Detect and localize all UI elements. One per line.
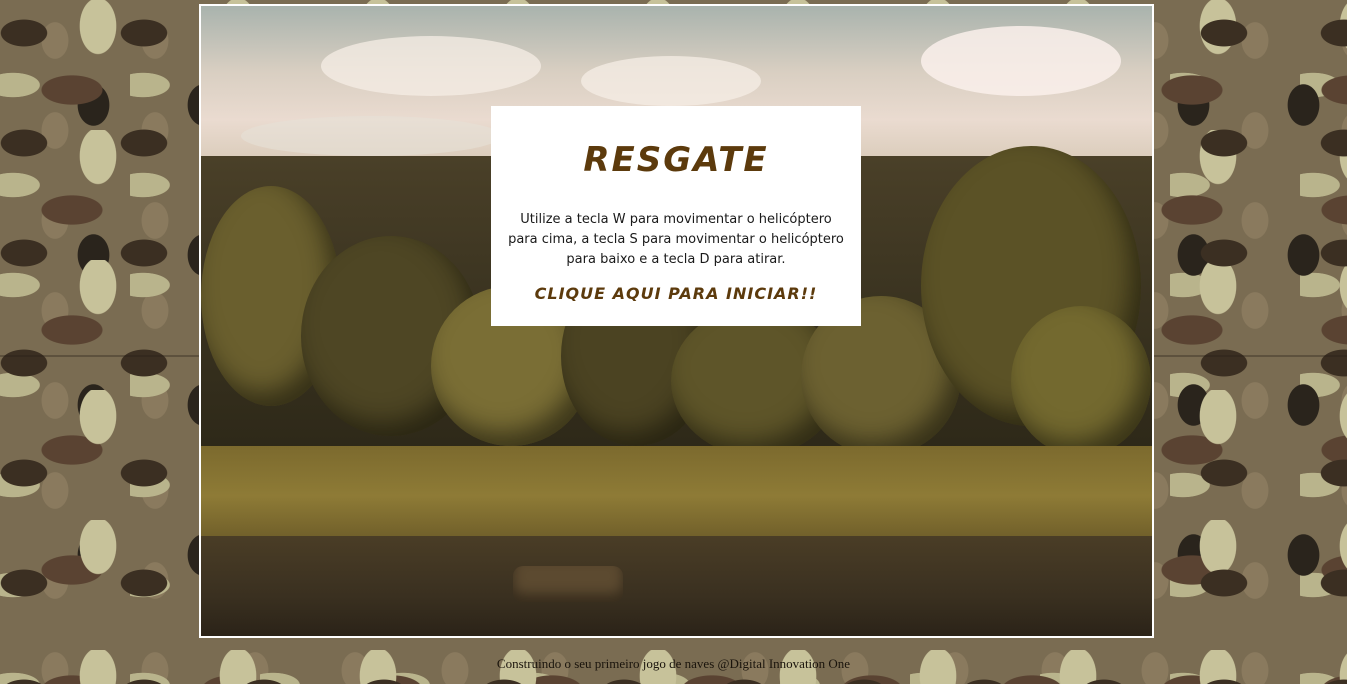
cloud — [241, 116, 501, 156]
start-game-link[interactable]: CLIQUE AQUI PARA INICIAR!! — [535, 284, 818, 303]
grass-field — [201, 446, 1152, 546]
tree-stump — [513, 566, 623, 602]
ground — [201, 536, 1152, 636]
cloud — [581, 56, 761, 106]
footer-credit: Construindo o seu primeiro jogo de naves… — [496, 656, 851, 671]
game-title: RESGATE — [583, 140, 769, 180]
start-panel: RESGATE Utilize a tecla W para movimenta… — [491, 106, 861, 326]
instructions-text: Utilize a tecla W para movimentar o heli… — [508, 212, 844, 267]
cloud — [321, 36, 541, 96]
cloud — [921, 26, 1121, 96]
tree — [1011, 306, 1151, 456]
